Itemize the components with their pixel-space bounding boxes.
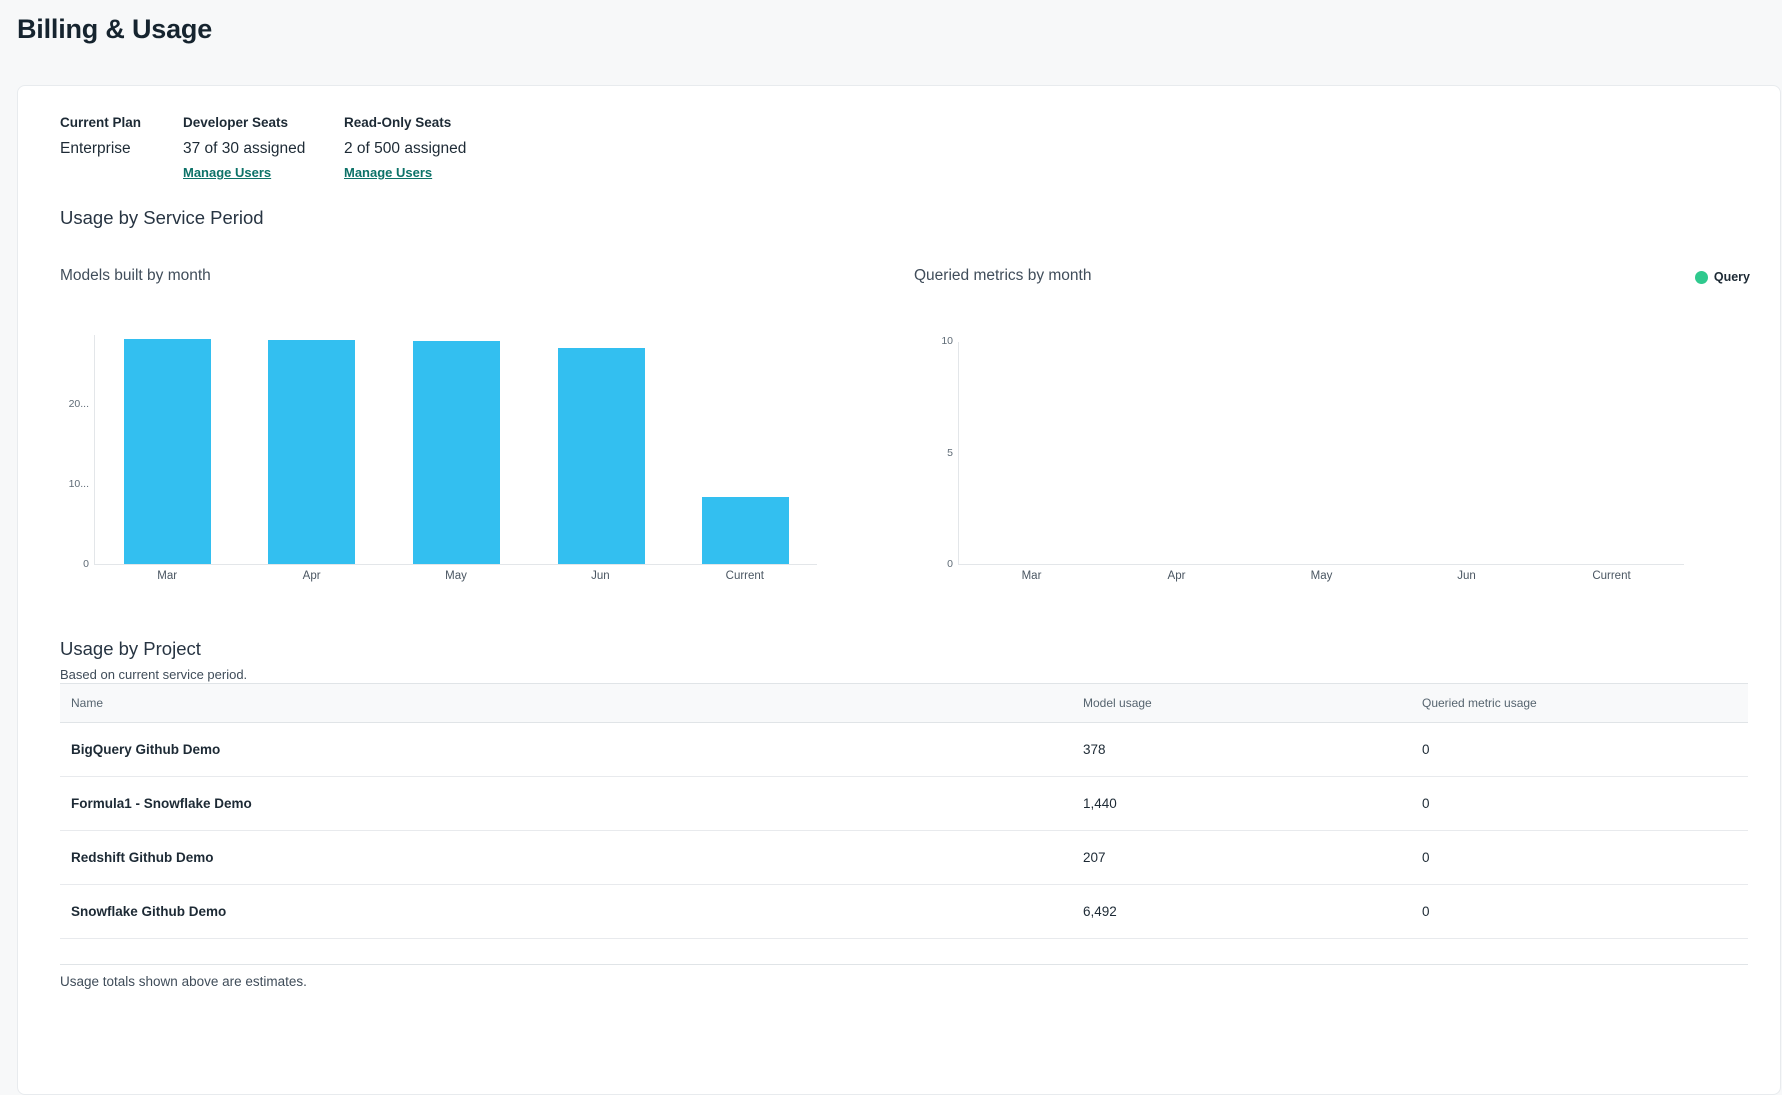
bar-may (413, 341, 500, 564)
x-axis-label: Mar (959, 570, 1104, 582)
project-name-cell: Snowflake Github Demo (60, 904, 1083, 919)
manage-read-only-users-link[interactable]: Manage Users (344, 165, 432, 180)
service-period-section-title: Usage by Service Period (60, 207, 264, 229)
column-header-model-usage: Model usage (1083, 696, 1422, 710)
x-axis-label: May (1249, 570, 1394, 582)
current-plan-stat: Current Plan Enterprise (60, 115, 141, 158)
developer-seats-label: Developer Seats (183, 115, 305, 130)
read-only-seats-label: Read-Only Seats (344, 115, 466, 130)
bar-jun (558, 348, 645, 564)
queried-metrics-chart: 10 5 0 Mar Apr May Jun Current (958, 342, 1684, 565)
x-axis-label: Mar (95, 570, 239, 582)
x-axis-label: Apr (239, 570, 383, 582)
bar-apr (268, 340, 355, 564)
model-usage-cell: 378 (1083, 742, 1422, 757)
page-title: Billing & Usage (17, 14, 212, 45)
current-plan-value: Enterprise (60, 140, 141, 158)
x-axis-label: Current (1539, 570, 1684, 582)
x-axis-label: Jun (1394, 570, 1539, 582)
table-row: Redshift Github Demo 207 0 (60, 831, 1748, 885)
usage-table-header: Name Model usage Queried metric usage (60, 683, 1748, 723)
query-legend-label: Query (1714, 270, 1750, 284)
developer-seats-value: 37 of 30 assigned (183, 140, 305, 158)
y-axis-tick-label: 5 (913, 446, 953, 460)
queried-metric-usage-cell: 0 (1422, 742, 1748, 757)
usage-table-footer-row (60, 939, 1748, 965)
model-usage-cell: 1,440 (1083, 796, 1422, 811)
queried-metric-usage-cell: 0 (1422, 796, 1748, 811)
query-legend[interactable]: Query (1695, 270, 1750, 284)
x-axis-label: Jun (528, 570, 672, 582)
usage-table: Name Model usage Queried metric usage Bi… (60, 683, 1748, 965)
column-header-name: Name (60, 696, 1083, 710)
x-axis-label: Apr (1104, 570, 1249, 582)
x-axis-label: Current (673, 570, 817, 582)
y-axis-tick-label: 10... (49, 477, 89, 491)
bar-mar (124, 339, 211, 564)
bar-current (702, 497, 789, 564)
table-row: Formula1 - Snowflake Demo 1,440 0 (60, 777, 1748, 831)
project-section-subtitle: Based on current service period. (60, 667, 247, 682)
usage-footer-note: Usage totals shown above are estimates. (60, 974, 307, 989)
usage-table-body: BigQuery Github Demo 378 0 Formula1 - Sn… (60, 723, 1748, 939)
queried-metric-usage-cell: 0 (1422, 850, 1748, 865)
read-only-seats-stat: Read-Only Seats 2 of 500 assigned Manage… (344, 115, 466, 182)
metrics-chart-title: Queried metrics by month (914, 267, 1091, 285)
metrics-chart-x-axis: Mar Apr May Jun Current (959, 570, 1684, 582)
column-header-queried-metric-usage: Queried metric usage (1422, 696, 1748, 710)
read-only-seats-value: 2 of 500 assigned (344, 140, 466, 158)
queried-metric-usage-cell: 0 (1422, 904, 1748, 919)
project-name-cell: Formula1 - Snowflake Demo (60, 796, 1083, 811)
developer-seats-stat: Developer Seats 37 of 30 assigned Manage… (183, 115, 305, 182)
project-name-cell: Redshift Github Demo (60, 850, 1083, 865)
model-usage-cell: 207 (1083, 850, 1422, 865)
manage-developer-users-link[interactable]: Manage Users (183, 165, 271, 180)
model-usage-cell: 6,492 (1083, 904, 1422, 919)
query-legend-dot-icon (1695, 271, 1708, 284)
current-plan-label: Current Plan (60, 115, 141, 130)
x-axis-label: May (384, 570, 528, 582)
y-axis-tick-label: 0 (49, 557, 89, 571)
y-axis-tick-label: 20... (49, 397, 89, 411)
billing-usage-card: Current Plan Enterprise Developer Seats … (17, 85, 1781, 1095)
y-axis-tick-label: 0 (913, 557, 953, 571)
models-chart-title: Models built by month (60, 267, 211, 285)
models-chart-x-axis: Mar Apr May Jun Current (95, 570, 817, 582)
table-row: BigQuery Github Demo 378 0 (60, 723, 1748, 777)
models-built-chart: 20... 10... 0 Mar Apr May Jun Current (94, 335, 817, 565)
table-row: Snowflake Github Demo 6,492 0 (60, 885, 1748, 939)
y-axis-tick-label: 10 (913, 334, 953, 348)
project-name-cell: BigQuery Github Demo (60, 742, 1083, 757)
project-section-title: Usage by Project (60, 638, 201, 660)
